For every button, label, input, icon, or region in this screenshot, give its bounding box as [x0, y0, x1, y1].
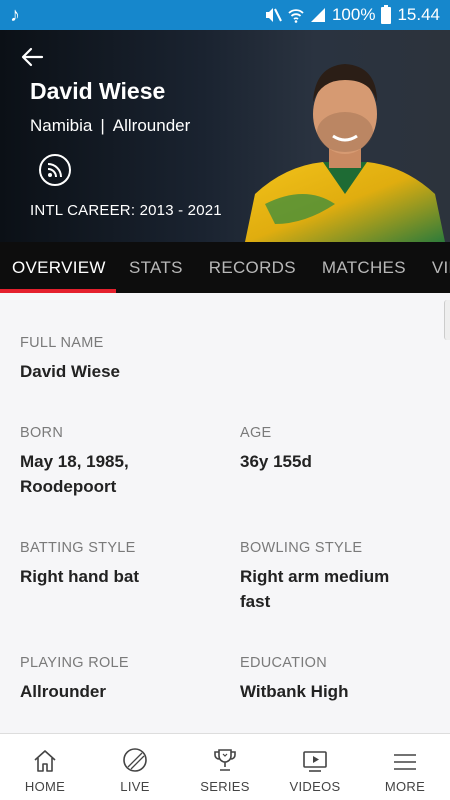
player-photo [245, 64, 445, 242]
nav-label: LIVE [120, 779, 150, 794]
nav-label: HOME [24, 779, 66, 794]
born-date: May 18, 1985, [20, 452, 129, 471]
scroll-indicator[interactable] [444, 300, 450, 340]
field-label: BATTING STYLE [20, 540, 136, 556]
nav-more[interactable]: MORE [360, 734, 450, 800]
nav-home[interactable]: HOME [0, 734, 90, 800]
field-value: Right arm medium fast [240, 564, 389, 614]
bowling-style-line2: fast [240, 592, 271, 611]
mute-icon [265, 8, 282, 22]
menu-icon [394, 754, 416, 770]
field-value: Right hand bat [20, 567, 139, 586]
nav-label: VIDEOS [289, 779, 341, 794]
player-country: Namibia [30, 116, 93, 135]
field-label: EDUCATION [240, 655, 328, 671]
intl-career: INTL CAREER: 2013 - 2021 [30, 202, 222, 219]
education-field: EDUCATION Witbank High [240, 655, 348, 704]
trophy-icon [214, 749, 236, 771]
rss-icon [47, 163, 62, 178]
nav-label: SERIES [200, 779, 250, 794]
tab-overview[interactable]: OVERVIEW [0, 242, 116, 293]
age-field: AGE 36y 155d [240, 425, 312, 474]
back-arrow-icon[interactable] [18, 44, 48, 70]
tab-records[interactable]: RECORDS [196, 242, 309, 293]
field-label: AGE [240, 425, 272, 441]
nav-videos[interactable]: VIDEOS [270, 734, 360, 800]
tab-videos[interactable]: VID [419, 242, 450, 293]
cricket-ball-icon [123, 748, 147, 772]
status-icons: 100% 15.44 [264, 4, 440, 25]
tab-stats[interactable]: STATS [116, 242, 196, 293]
overview-content: FULL NAME David Wiese BORN May 18, 1985,… [0, 293, 450, 733]
bowling-style-field: BOWLING STYLE Right arm medium fast [240, 540, 389, 614]
player-header: David Wiese Namibia | Allrounder INTL CA… [0, 30, 450, 242]
bowling-style-line1: Right arm medium [240, 567, 390, 586]
field-value: David Wiese [20, 362, 120, 381]
batting-style-field: BATTING STYLE Right hand bat [20, 540, 139, 589]
field-value: Witbank High [240, 682, 349, 701]
tab-matches[interactable]: MATCHES [309, 242, 419, 293]
nav-series[interactable]: SERIES [180, 734, 270, 800]
profile-tabs: OVERVIEW STATS RECORDS MATCHES VID [0, 242, 450, 293]
field-label: BORN [20, 425, 64, 441]
field-value: Allrounder [20, 682, 106, 701]
player-role: Allrounder [112, 116, 191, 135]
music-note-icon: ♪ [10, 3, 20, 26]
battery-icon [381, 4, 392, 24]
video-icon [303, 751, 327, 772]
nav-live[interactable]: LIVE [90, 734, 180, 800]
nav-label: MORE [384, 779, 426, 794]
full-name-field: FULL NAME David Wiese [20, 335, 120, 384]
field-label: PLAYING ROLE [20, 655, 129, 671]
playing-role-field: PLAYING ROLE Allrounder [20, 655, 129, 704]
born-place: Roodepoort [20, 477, 117, 496]
bottom-navigation: HOME LIVE SERIES VIDEOS MORE [0, 733, 450, 800]
home-icon [34, 750, 56, 772]
meta-separator: | [100, 116, 105, 135]
born-field: BORN May 18, 1985, Roodepoort [20, 425, 129, 499]
player-meta: Namibia | Allrounder [30, 116, 190, 136]
wifi-icon [288, 9, 304, 23]
clock: 15.44 [397, 5, 440, 24]
follow-feed-button[interactable] [39, 154, 71, 186]
field-label: BOWLING STYLE [240, 540, 363, 556]
field-value: May 18, 1985, Roodepoort [20, 449, 129, 499]
signal-icon [310, 8, 325, 22]
status-bar: ♪ 100% 15.44 [0, 0, 450, 30]
field-value: 36y 155d [240, 452, 312, 471]
player-name: David Wiese [30, 78, 166, 104]
field-label: FULL NAME [20, 335, 104, 351]
battery-percent: 100% [331, 5, 376, 24]
